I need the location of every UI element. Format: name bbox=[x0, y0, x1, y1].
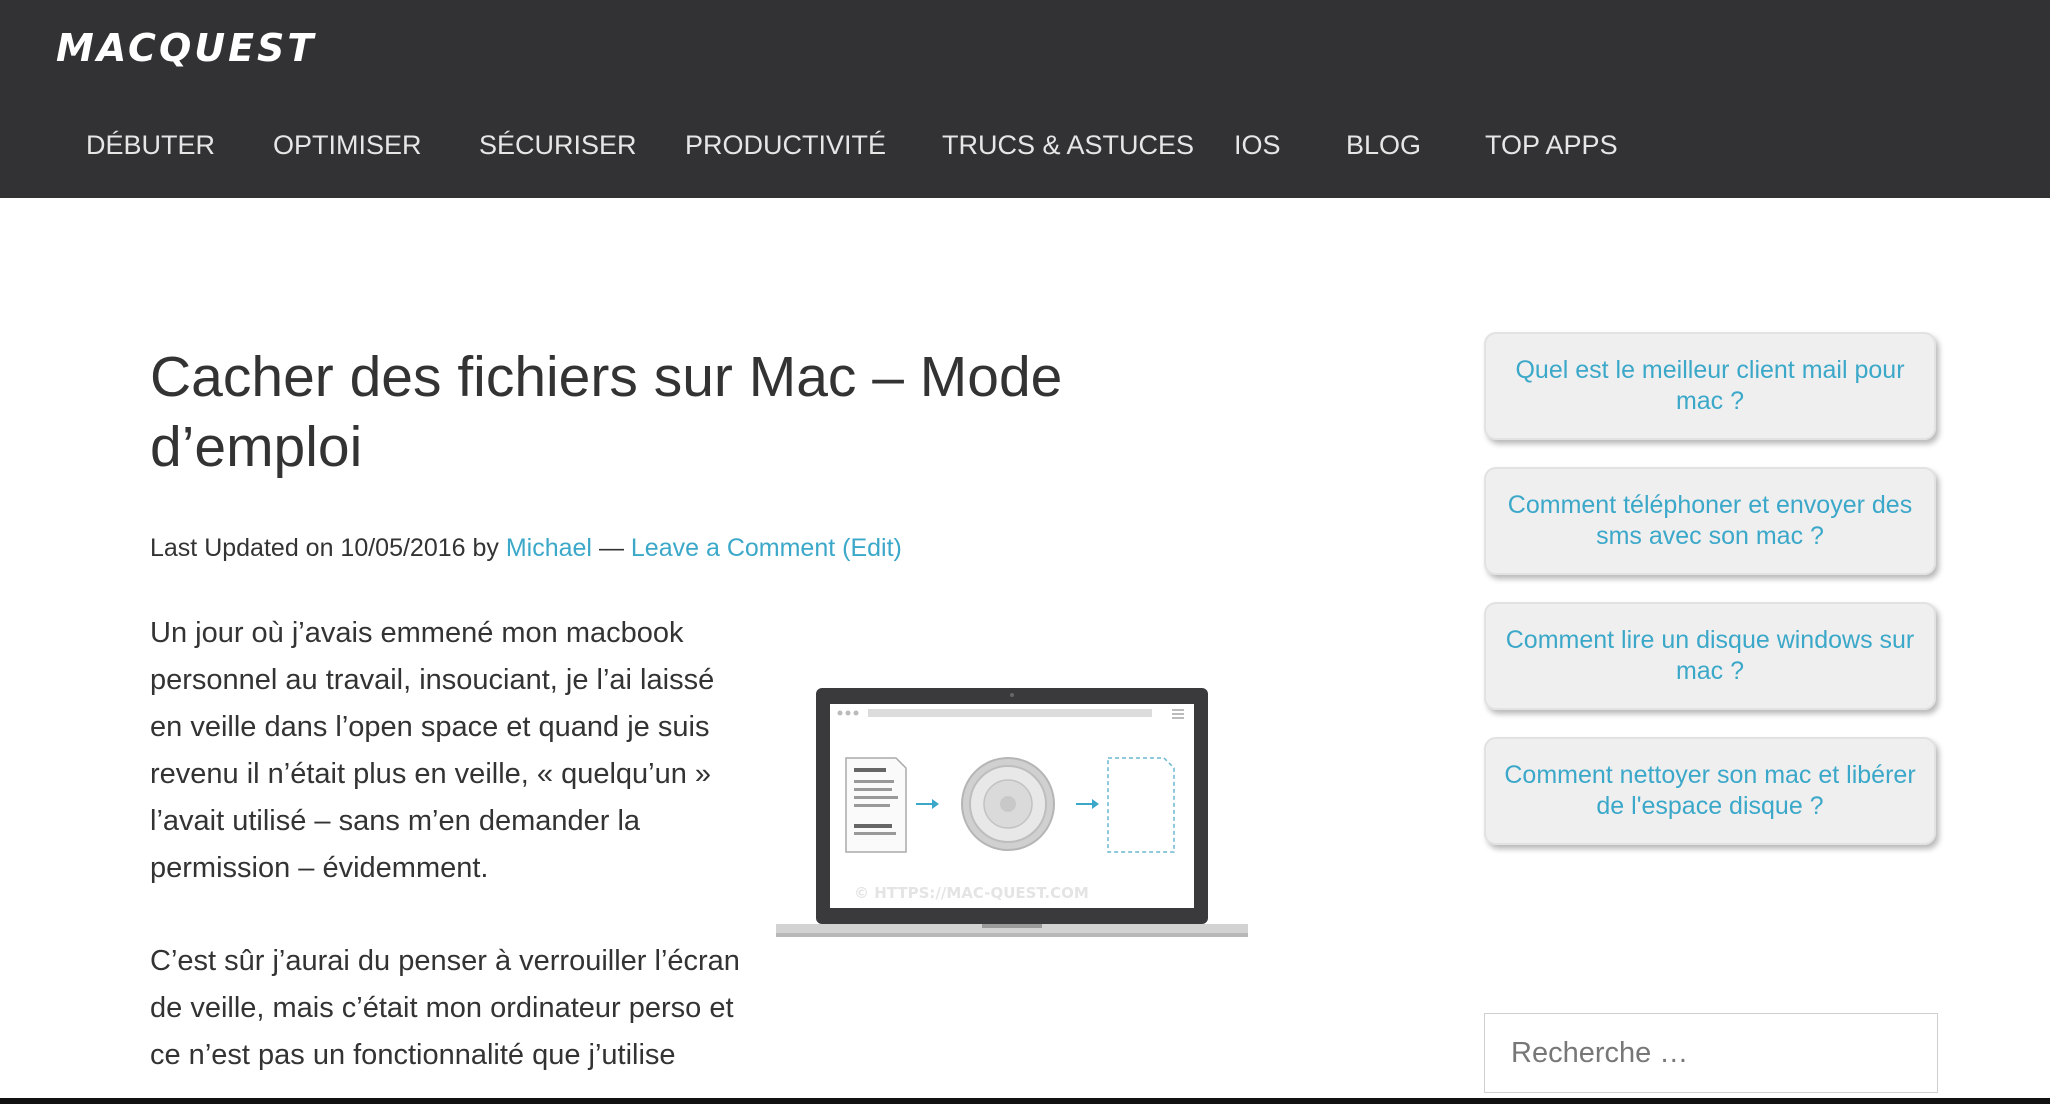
article-paragraph: Un jour où j’avais emmené mon macbook pe… bbox=[150, 617, 715, 884]
meta-separator: — bbox=[592, 534, 631, 562]
nav-item-blog[interactable]: BLOG bbox=[1346, 130, 1421, 161]
author-link[interactable]: Michael bbox=[506, 534, 592, 562]
nav-item-securiser[interactable]: SÉCURISER bbox=[479, 130, 637, 161]
document-icon bbox=[845, 757, 907, 853]
related-post-card[interactable]: Quel est le meilleur client mail pour ma… bbox=[1484, 332, 1936, 440]
image-watermark: © HTTPS://MAC-QUEST.COM bbox=[854, 884, 1089, 902]
meta-updated: Last Updated on 10/05/2016 by bbox=[150, 534, 506, 562]
nav-item-productivite[interactable]: PRODUCTIVITÉ bbox=[685, 130, 886, 161]
nav-item-debuter[interactable]: DÉBUTER bbox=[86, 130, 215, 161]
related-post-card[interactable]: Comment téléphoner et envoyer des sms av… bbox=[1484, 467, 1936, 575]
safe-dial-icon bbox=[961, 757, 1055, 851]
nav-item-top-apps[interactable]: TOP APPS bbox=[1485, 130, 1618, 161]
window-bottom-edge bbox=[0, 1098, 2050, 1104]
nav-item-optimiser[interactable]: OPTIMISER bbox=[273, 130, 422, 161]
edit-link[interactable]: (Edit) bbox=[842, 534, 902, 562]
related-post-card[interactable]: Comment nettoyer son mac et libérer de l… bbox=[1484, 737, 1936, 845]
site-logo[interactable]: MACQUEST bbox=[56, 26, 316, 70]
laptop-illustration: © HTTPS://MAC-QUEST.COM bbox=[776, 688, 1248, 937]
article-meta: Last Updated on 10/05/2016 by Michael — … bbox=[150, 534, 902, 563]
article-title: Cacher des fichiers sur Mac – Mode d’emp… bbox=[150, 345, 1063, 479]
article-paragraph: C’est sûr j’aurai du penser à verrouille… bbox=[150, 945, 740, 1071]
site-header: MACQUEST DÉBUTER OPTIMISER SÉCURISER PRO… bbox=[0, 0, 2050, 198]
leave-comment-link[interactable]: Leave a Comment bbox=[631, 534, 835, 562]
nav-item-ios[interactable]: IOS bbox=[1234, 130, 1281, 161]
related-post-card[interactable]: Comment lire un disque windows sur mac ? bbox=[1484, 602, 1936, 710]
nav-item-trucs-astuces[interactable]: TRUCS & ASTUCES bbox=[942, 130, 1194, 161]
search-input[interactable] bbox=[1484, 1013, 1938, 1093]
